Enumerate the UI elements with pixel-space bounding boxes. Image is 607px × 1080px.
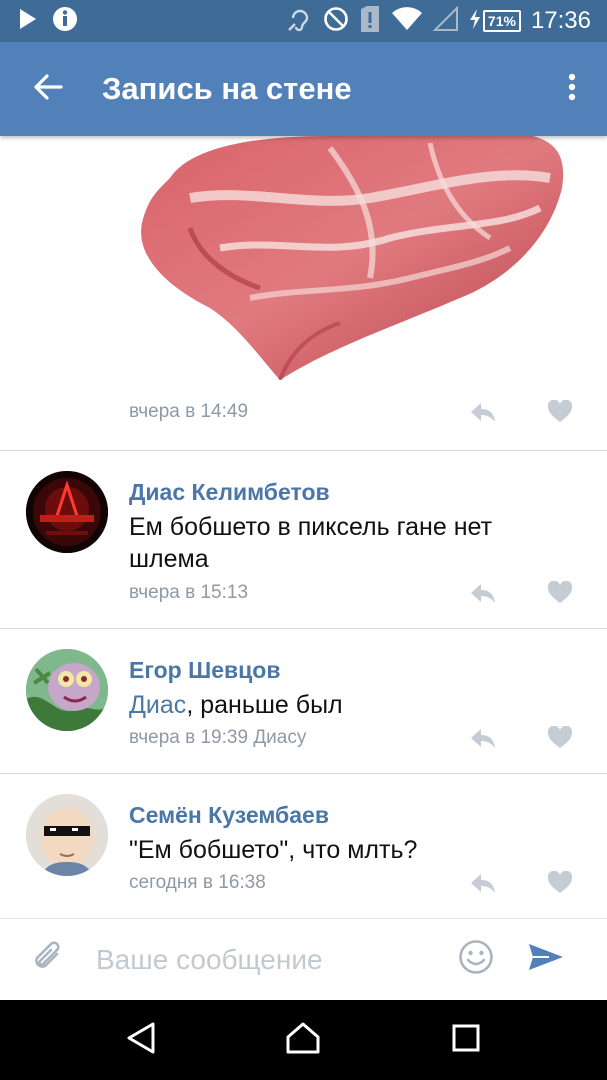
nav-back-button[interactable]	[101, 1000, 181, 1080]
post-timestamp: вчера в 14:49	[129, 401, 249, 422]
battery-percent: 71%	[482, 10, 521, 32]
avatar[interactable]	[26, 794, 108, 876]
comment-actions	[469, 870, 573, 900]
comment-actions	[469, 580, 573, 610]
system-nav-bar	[0, 1000, 607, 1080]
arrow-left-icon	[33, 73, 63, 105]
heart-icon[interactable]	[547, 870, 573, 900]
nav-recents-button[interactable]	[426, 1000, 506, 1080]
send-button[interactable]	[506, 919, 586, 1001]
play-icon	[18, 8, 38, 35]
back-button[interactable]	[0, 42, 96, 136]
comment-author[interactable]: Диас Келимбетов	[129, 479, 330, 506]
hearing-icon	[287, 6, 313, 37]
wall-post-thread[interactable]: вчера в 14:49 Диас Келимбетов Ем бобшето…	[0, 136, 607, 916]
charging-icon	[469, 8, 481, 34]
avatar[interactable]	[26, 649, 108, 731]
square-recents-icon	[451, 1023, 481, 1058]
app-bar: Запись на стене	[0, 42, 607, 136]
comment-actions	[469, 725, 573, 755]
message-composer	[0, 918, 607, 1000]
overflow-menu-button[interactable]	[537, 42, 607, 136]
heart-icon[interactable]	[547, 725, 573, 755]
comment-item[interactable]: Егор Шевцов Диас, раньше был вчера в 19:…	[0, 629, 607, 773]
post-actions	[469, 399, 573, 429]
comment-text-body: , раньше был	[186, 691, 343, 719]
heart-icon[interactable]	[547, 580, 573, 610]
comment-text: "Ем бобшето", что млть?	[129, 836, 418, 864]
send-icon	[527, 942, 565, 977]
clock: 17:36	[530, 7, 591, 34]
post-image[interactable]	[130, 136, 580, 381]
status-bar: 71% 17:36	[0, 0, 607, 42]
heart-icon[interactable]	[547, 399, 573, 429]
info-icon	[52, 6, 78, 37]
reply-icon[interactable]	[469, 871, 497, 900]
signal-icon	[432, 5, 459, 37]
attach-button[interactable]	[0, 919, 96, 1001]
comment-text: Диас, раньше был	[129, 689, 569, 721]
avatar[interactable]	[26, 471, 108, 553]
triangle-back-icon	[125, 1021, 157, 1060]
more-vertical-icon	[568, 73, 576, 106]
reply-mention-link[interactable]: Диас	[129, 691, 186, 719]
comment-timestamp: вчера в 15:13	[129, 582, 249, 603]
comment-author[interactable]: Егор Шевцов	[129, 657, 280, 684]
paperclip-icon	[31, 940, 65, 979]
smiley-icon	[458, 939, 494, 980]
reply-icon[interactable]	[469, 726, 497, 755]
comment-item[interactable]: Диас Келимбетов Ем бобшето в пиксель ган…	[0, 451, 607, 628]
nav-home-button[interactable]	[263, 1000, 343, 1080]
emoji-button[interactable]	[446, 919, 506, 1001]
comment-author[interactable]: Семён Кузембаев	[129, 802, 329, 829]
home-icon	[285, 1021, 321, 1060]
reply-icon[interactable]	[469, 581, 497, 610]
wifi-icon	[391, 6, 423, 37]
comment-timestamp: сегодня в 16:38	[129, 872, 266, 893]
comment-text: Ем бобшето в пиксель гане нет шлема	[129, 513, 493, 573]
message-input[interactable]	[96, 943, 436, 976]
reply-icon[interactable]	[469, 400, 497, 429]
sim-alert-icon	[359, 5, 381, 38]
comment-timestamp: вчера в 19:39 Диасу	[129, 727, 307, 748]
comment-item[interactable]: Семён Кузембаев "Ем бобшето", что млть? …	[0, 774, 607, 916]
page-title: Запись на стене	[102, 71, 352, 106]
battery-indicator: 71%	[469, 8, 521, 34]
do-not-disturb-icon	[323, 6, 349, 37]
